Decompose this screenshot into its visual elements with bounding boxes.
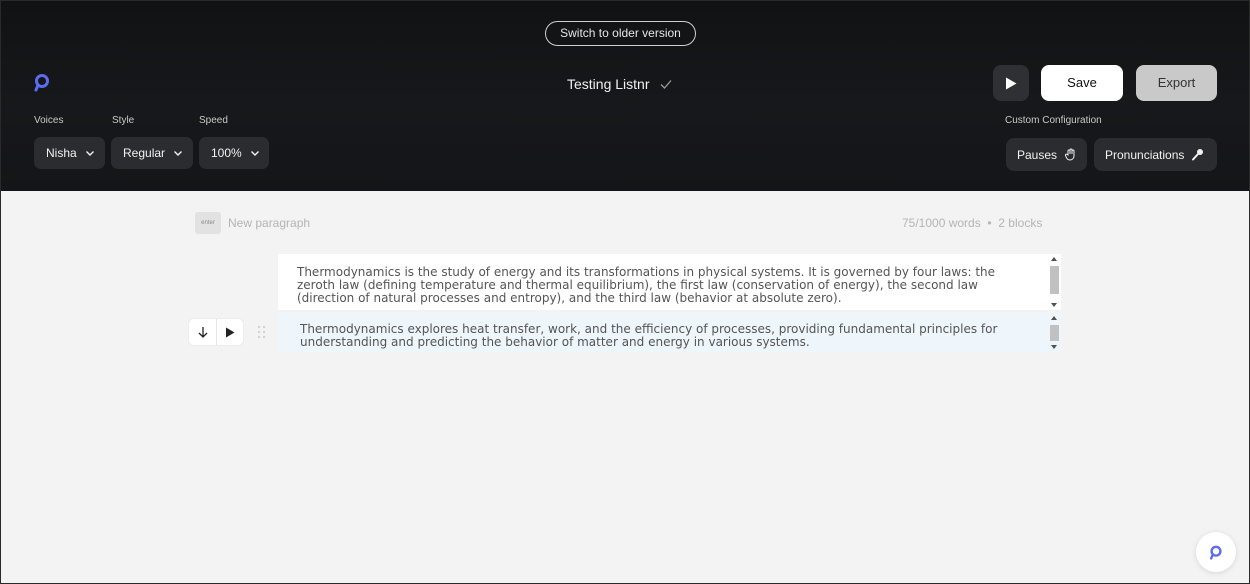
pronunciations-button[interactable]: Pronunciations — [1094, 138, 1217, 171]
save-button[interactable]: Save — [1041, 65, 1123, 101]
chevron-down-icon — [250, 151, 259, 156]
microphone-icon — [1192, 149, 1204, 161]
scroll-thumb[interactable] — [1050, 325, 1059, 341]
speed-value: 100% — [211, 146, 242, 160]
help-chat-button[interactable] — [1196, 532, 1236, 572]
move-block-down-button[interactable] — [189, 319, 216, 345]
drag-handle-icon[interactable] — [257, 325, 266, 339]
pauses-button[interactable]: Pauses — [1006, 138, 1087, 171]
block-toolbar — [189, 319, 243, 345]
listnr-logo-icon[interactable] — [32, 72, 52, 92]
separator-dot: • — [984, 216, 995, 230]
scrollbar[interactable] — [1047, 313, 1061, 352]
play-all-button[interactable] — [993, 65, 1029, 101]
custom-configuration-label: Custom Configuration — [1005, 115, 1102, 126]
check-icon — [661, 80, 672, 89]
listnr-logo-icon — [1210, 545, 1222, 560]
play-icon — [1006, 77, 1017, 89]
play-icon — [226, 327, 235, 337]
top-toolbar: Switch to older version Testing Listnr S… — [1, 1, 1249, 191]
scrollbar[interactable] — [1047, 254, 1061, 310]
new-paragraph-button[interactable]: New paragraph — [228, 216, 310, 230]
scroll-up-arrow[interactable] — [1051, 316, 1057, 320]
text-block-active[interactable]: Thermodynamics explores heat transfer, w… — [278, 313, 1061, 352]
scroll-up-arrow[interactable] — [1051, 257, 1057, 261]
pauses-label: Pauses — [1017, 147, 1058, 162]
style-value: Regular — [123, 146, 166, 160]
arrow-down-icon — [198, 327, 207, 338]
export-button[interactable]: Export — [1136, 65, 1217, 101]
scroll-thumb[interactable] — [1050, 266, 1059, 294]
voices-label: Voices — [34, 115, 64, 126]
word-count: 75/1000 words — [902, 216, 981, 230]
text-block-content[interactable]: Thermodynamics is the study of energy an… — [297, 266, 1031, 305]
text-block-content[interactable]: Thermodynamics explores heat transfer, w… — [300, 323, 1031, 349]
block-count: 2 blocks — [998, 216, 1043, 230]
chevron-down-icon — [85, 151, 94, 156]
enter-key-hint: enter — [195, 212, 221, 234]
scroll-down-arrow[interactable] — [1051, 345, 1057, 349]
document-title[interactable]: Testing Listnr — [567, 76, 649, 92]
speed-dropdown[interactable]: 100% — [199, 137, 269, 169]
chevron-down-icon — [174, 151, 183, 156]
hand-icon — [1065, 148, 1075, 161]
pronunciations-label: Pronunciations — [1105, 147, 1185, 162]
style-dropdown[interactable]: Regular — [111, 137, 193, 169]
scroll-down-arrow[interactable] — [1051, 303, 1057, 307]
speed-label: Speed — [199, 115, 228, 126]
text-block[interactable]: Thermodynamics is the study of energy an… — [278, 254, 1061, 310]
voices-dropdown[interactable]: Nisha — [34, 137, 105, 169]
switch-older-version-button[interactable]: Switch to older version — [545, 21, 696, 46]
play-block-button[interactable] — [216, 319, 243, 345]
style-label: Style — [112, 115, 135, 126]
word-count-status: 75/1000 words • 2 blocks — [902, 216, 1042, 230]
document-title-area: Testing Listnr — [567, 75, 673, 93]
voices-value: Nisha — [46, 146, 77, 160]
